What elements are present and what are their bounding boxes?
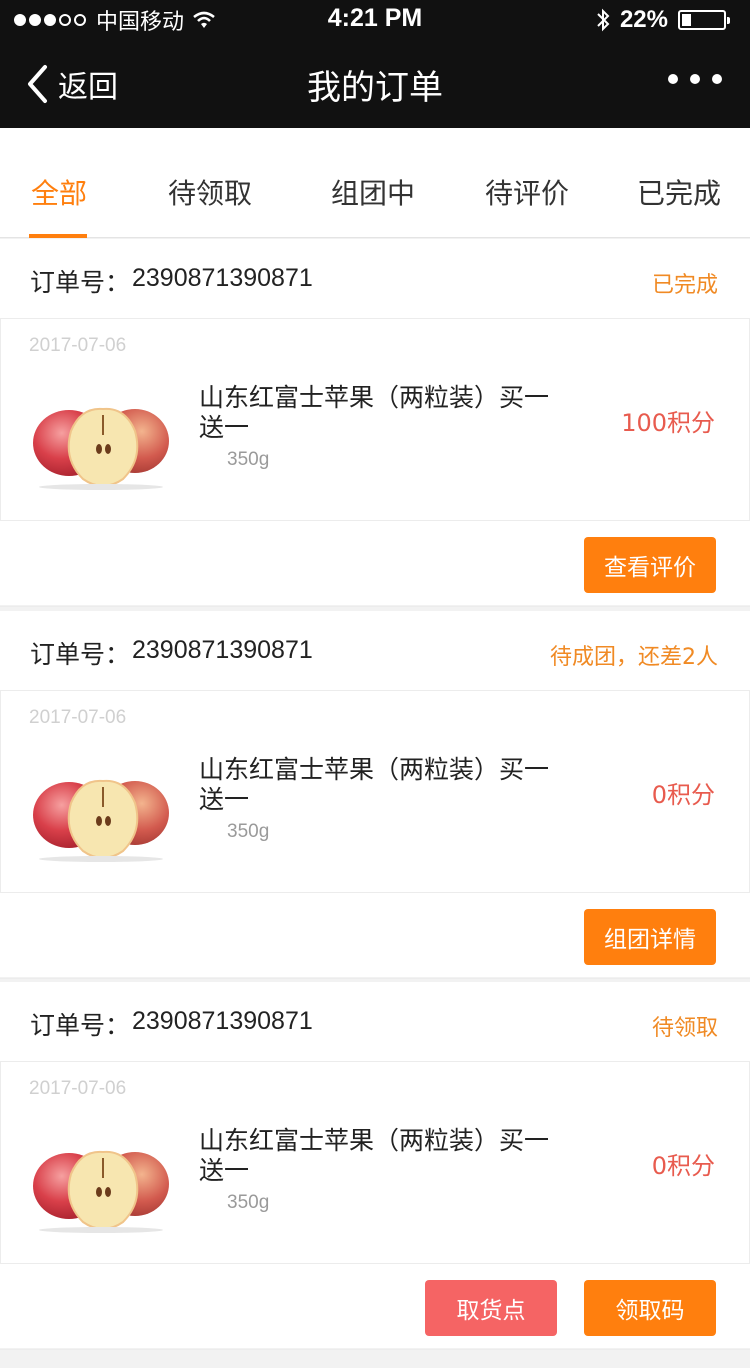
order-status: 待成团，还差2人	[550, 645, 718, 670]
product-image	[33, 1150, 169, 1233]
pickup-code-button[interactable]: 领取码	[584, 1280, 716, 1336]
bluetooth-icon	[597, 8, 610, 32]
order-number: 2390871390871	[132, 1007, 313, 1035]
battery-area: 22%	[596, 6, 730, 34]
order-date: 2017-07-06	[29, 1078, 127, 1099]
product-weight: 350g	[227, 449, 270, 470]
tab-all[interactable]: 全部	[31, 172, 87, 212]
product-points: 100积分	[621, 409, 715, 437]
product-points: 0积分	[651, 1152, 715, 1180]
tab-pending-review[interactable]: 待评价	[485, 172, 569, 212]
product-name: 山东红富士苹果（两粒装）买一送一	[199, 383, 550, 442]
order-number-label: 订单号：	[30, 268, 131, 297]
order-actions: 查看评价	[0, 521, 750, 607]
order-item[interactable]: 2017-07-06 山东红富士苹果（两粒装）买一送一 350g 100积分	[0, 319, 750, 521]
pickup-point-button[interactable]: 取货点	[425, 1280, 557, 1336]
tab-grouping[interactable]: 组团中	[331, 172, 415, 212]
order-number-label: 订单号：	[30, 1011, 131, 1040]
view-review-button[interactable]: 查看评价	[584, 537, 716, 593]
order-filter-tabs: 全部 待领取 组团中 待评价 已完成	[0, 128, 750, 238]
product-name: 山东红富士苹果（两粒装）买一送一	[199, 1126, 550, 1185]
order-header: 订单号： 2390871390871 待成团，还差2人	[0, 611, 750, 691]
order-number: 2390871390871	[132, 636, 313, 664]
order-actions: 组团详情	[0, 893, 750, 979]
order-actions: 取货点 领取码	[0, 1264, 750, 1350]
order-number: 2390871390871	[132, 264, 313, 292]
battery-icon	[678, 10, 730, 30]
order-date: 2017-07-06	[29, 335, 127, 356]
order-card: 订单号： 2390871390871 待成团，还差2人 2017-07-06 山…	[0, 611, 750, 979]
product-image	[33, 407, 169, 490]
order-item[interactable]: 2017-07-06 山东红富士苹果（两粒装）买一送一 350g 0积分	[0, 691, 750, 893]
battery-level	[682, 14, 691, 26]
order-status: 待领取	[651, 1016, 718, 1041]
product-points: 0积分	[651, 781, 715, 809]
page-title: 我的订单	[307, 68, 443, 108]
order-card: 订单号： 2390871390871 待领取 2017-07-06 山东红富士苹…	[0, 982, 750, 1350]
order-item[interactable]: 2017-07-06 山东红富士苹果（两粒装）买一送一 350g 0积分	[0, 1062, 750, 1264]
active-tab-indicator	[29, 234, 87, 238]
battery-percent: 22%	[619, 6, 668, 33]
nav-bar: 返回 我的订单	[0, 40, 750, 128]
order-number-label: 订单号：	[30, 640, 131, 669]
product-name: 山东红富士苹果（两粒装）买一送一	[199, 755, 550, 814]
order-status: 已完成	[651, 273, 718, 298]
product-weight: 350g	[227, 1192, 270, 1213]
order-header: 订单号： 2390871390871 待领取	[0, 982, 750, 1062]
order-date: 2017-07-06	[29, 707, 127, 728]
order-card: 订单号： 2390871390871 已完成 2017-07-06 山东红富士苹…	[0, 239, 750, 607]
order-header: 订单号： 2390871390871 已完成	[0, 239, 750, 319]
status-bar: 中国移动 4:21 PM 22%	[0, 0, 750, 40]
product-weight: 350g	[227, 821, 270, 842]
tab-pending-pickup[interactable]: 待领取	[168, 172, 252, 212]
more-icon[interactable]	[668, 74, 722, 84]
product-image	[33, 779, 169, 862]
group-details-button[interactable]: 组团详情	[584, 909, 716, 965]
tab-completed[interactable]: 已完成	[637, 172, 721, 212]
